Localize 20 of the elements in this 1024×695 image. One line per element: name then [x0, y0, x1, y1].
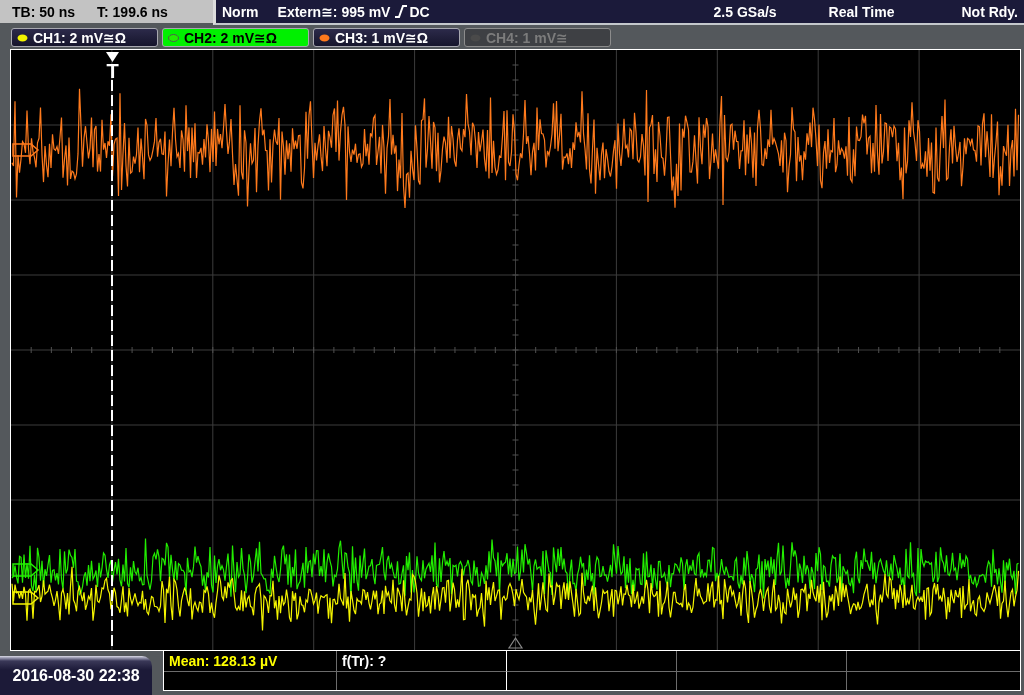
timebase-label: TB: 50 ns	[12, 3, 75, 20]
trigger-marker-label: T	[106, 60, 119, 82]
trigger-coupling-label: DC	[409, 3, 430, 20]
sample-rate-label: 2.5 GSa/s	[713, 3, 777, 20]
acquisition-mode-label: Real Time	[828, 3, 895, 20]
date-time-label: 2016-08-30 22:38	[0, 656, 152, 695]
channel-offset-marker-icon	[12, 143, 40, 157]
measurement-cell: f(Tr): ?	[336, 651, 506, 671]
channel-tab[interactable]: CH3: 1 mV≅Ω	[313, 28, 460, 47]
trigger-source-label: Extern≅: 995 mV	[277, 3, 391, 20]
trigger-mode-label: Norm	[222, 3, 259, 20]
position-marker-icon	[507, 636, 524, 649]
channel-tab[interactable]: CH2: 2 mV≅Ω	[162, 28, 309, 47]
trigger-marker-icon[interactable]	[106, 52, 119, 62]
measurement-cell-text: Mean: 128.13 µV	[168, 652, 279, 671]
trigger-time-label: T: 199.6 ns	[97, 3, 168, 20]
channel-offset-marker-icon	[12, 563, 40, 577]
channel-tab[interactable]: CH1: 2 mV≅Ω	[11, 28, 158, 47]
channel-offset-marker-icon	[12, 591, 40, 605]
acquisition-state-label: Not Rdy.	[961, 3, 1018, 20]
